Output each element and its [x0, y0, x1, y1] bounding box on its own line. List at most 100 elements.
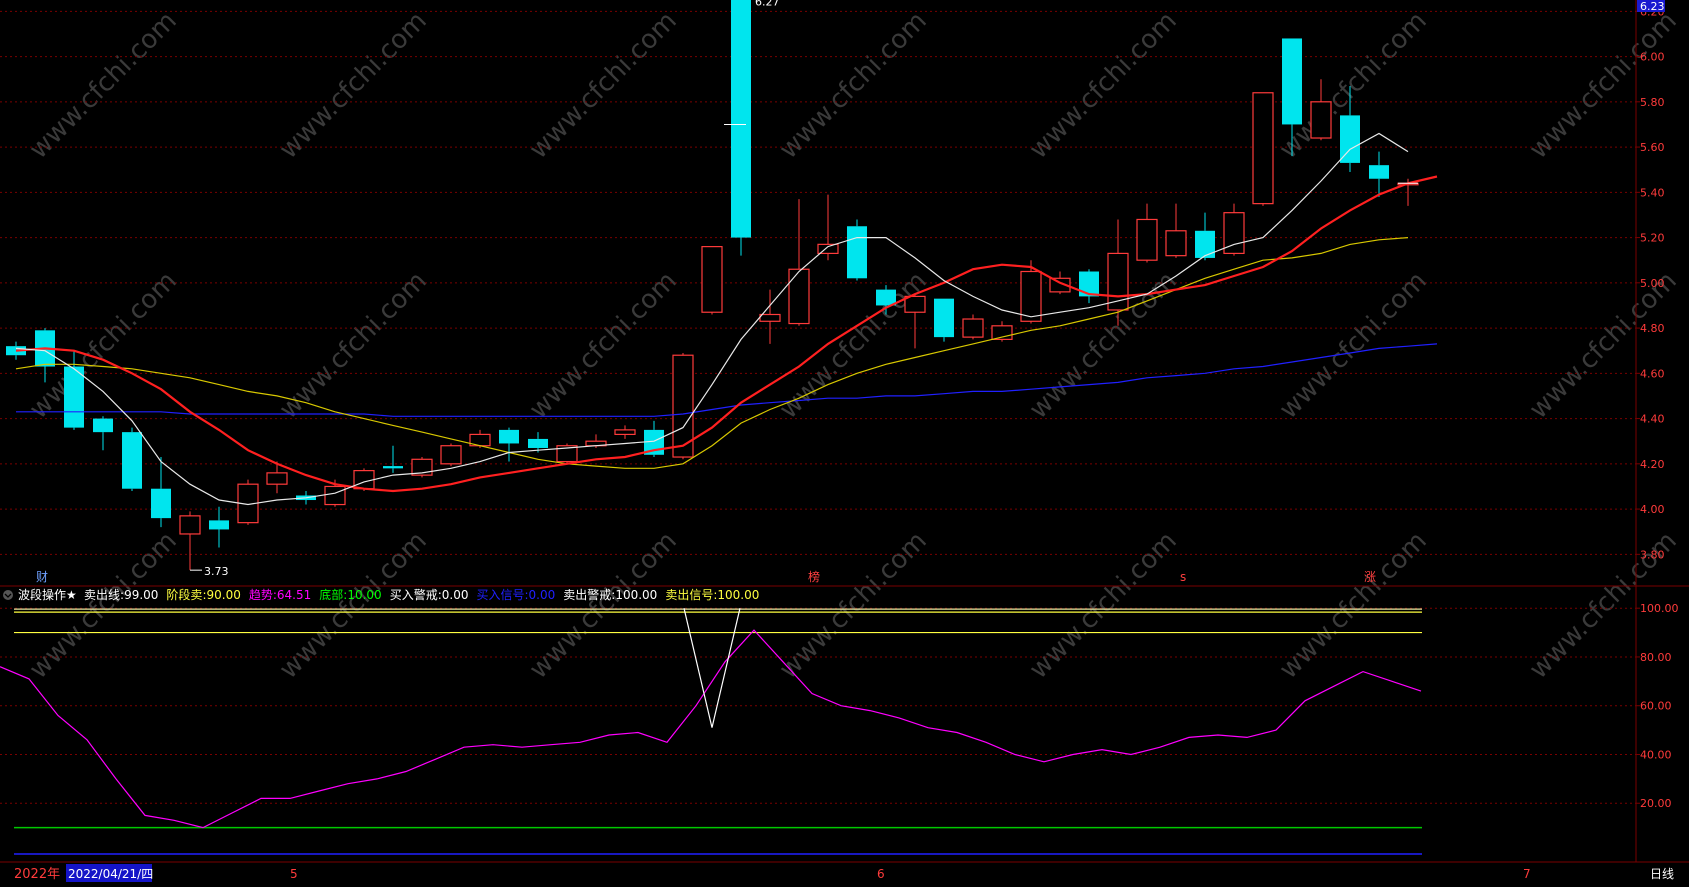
watermark-text: www.cfchi.com	[1274, 266, 1433, 425]
candle-body-up	[614, 429, 636, 436]
candle	[847, 219, 867, 281]
candle-body-up	[759, 313, 781, 322]
watermark-text: www.cfchi.com	[1024, 6, 1183, 165]
candle	[556, 443, 578, 464]
candle-body-up	[701, 246, 723, 313]
candle-body-down	[383, 466, 403, 469]
candle-body-down	[1195, 230, 1215, 258]
month-label-7: 7	[1523, 867, 1531, 881]
candle	[93, 416, 113, 451]
current-price-label: 6.23	[1640, 0, 1665, 13]
indicator-header: 波段操作★ 卖出线:99.00 阶段卖:90.00 趋势:64.51 底部:10.00…	[3, 587, 759, 602]
candle	[817, 194, 839, 261]
candle	[179, 511, 201, 571]
watermark-text: www.cfchi.com	[524, 526, 683, 685]
indicator-value-item: 买入信号:0.00	[476, 588, 555, 602]
indicator-item-value: 10.00	[347, 588, 381, 602]
candle	[1252, 92, 1274, 206]
indicator-item-label: 卖出警戒	[563, 587, 611, 602]
price-tick-label: 5.40	[1640, 186, 1665, 199]
indicator-item-value: 99.00	[124, 588, 158, 602]
indicator-item-value: 90.00	[206, 588, 240, 602]
indicator-item-value: 0.00	[442, 588, 469, 602]
candle	[701, 246, 723, 315]
watermark-text: www.cfchi.com	[1274, 526, 1433, 685]
stock-chart: www.cfchi.com www.cfchi.com www.cfchi.com w…	[0, 0, 1689, 883]
candle-body-up	[440, 445, 462, 465]
event-marker-list: 榜	[808, 569, 820, 584]
candle	[614, 425, 636, 439]
candle	[209, 506, 229, 548]
candle-body-down	[1079, 271, 1099, 297]
extreme-price-label: 3.73	[204, 565, 229, 578]
candle-body-up	[904, 295, 926, 313]
price-tick-label: 4.80	[1640, 322, 1665, 335]
month-label-5: 5	[290, 867, 298, 881]
price-tick-label: 4.00	[1640, 503, 1665, 516]
watermark-layer: www.cfchi.com www.cfchi.com www.cfchi.com w…	[24, 6, 1683, 685]
watermark-text: www.cfchi.com	[274, 526, 433, 685]
candle	[731, 0, 751, 256]
indicator-value-item: 卖出信号:100.00	[665, 588, 759, 602]
watermark-text: www.cfchi.com	[24, 6, 183, 165]
indicator-axis: 100.00 80.00 60.00 40.00 20.00	[1636, 602, 1679, 810]
price-axis: 6.206.005.805.605.405.205.004.804.604.40…	[1636, 5, 1665, 561]
candle	[440, 443, 462, 467]
candle-body-up	[1310, 101, 1332, 139]
candle-body-up	[962, 318, 984, 338]
candle-body-down	[731, 0, 751, 238]
month-label-6: 6	[877, 867, 885, 881]
indicator-item-value: 64.51	[277, 588, 311, 602]
indicator-item-value: 100.00	[615, 588, 657, 602]
candle-body-down	[876, 289, 896, 306]
candle	[1223, 203, 1245, 256]
indicator-item-label: 阶段卖	[166, 587, 202, 602]
period-label[interactable]: 日线	[1650, 867, 1674, 881]
event-marker-s: s	[1180, 570, 1186, 584]
candle-body-down	[528, 438, 548, 448]
ma60-line	[16, 343, 1438, 417]
candle	[1079, 269, 1099, 304]
price-tick-label: 4.20	[1640, 458, 1665, 471]
price-tick-label: 4.60	[1640, 367, 1665, 380]
year-label: 2022年	[14, 867, 60, 882]
date-cursor-label: 2022/04/21/四	[68, 867, 153, 881]
candle-body-up	[324, 485, 346, 506]
main-grid	[0, 10, 1636, 555]
moving-average-lines: 6.27 3.73	[15, 0, 1438, 578]
candle	[237, 479, 259, 525]
candle	[383, 445, 403, 473]
watermark-text: www.cfchi.com	[524, 266, 683, 425]
candle	[1369, 151, 1389, 197]
indicator-value-item: 买入警戒:0.00	[390, 587, 469, 602]
price-tick-label: 4.40	[1640, 413, 1665, 426]
indicator-item-label: 买入信号	[476, 588, 524, 602]
candle	[411, 457, 433, 478]
indicator-tick-label: 80.00	[1640, 651, 1672, 664]
trend-line	[0, 629, 1422, 829]
price-tick-label: 3.80	[1640, 548, 1665, 561]
indicator-value-item: 阶段卖:90.00	[166, 587, 240, 602]
candle	[1136, 203, 1158, 263]
indicator-value-item: 趋势:64.51	[249, 588, 311, 602]
watermark-text: www.cfchi.com	[774, 526, 933, 685]
indicator-tick-label: 20.00	[1640, 797, 1672, 810]
candle-body-down	[1282, 38, 1302, 125]
candle-body-down	[93, 418, 113, 433]
price-tick-label: 5.80	[1640, 96, 1665, 109]
indicator-value-item: 卖出警戒:100.00	[563, 587, 657, 602]
price-tick-label: 5.00	[1640, 277, 1665, 290]
candle-body-down	[934, 298, 954, 338]
indicator-item-label: 底部	[319, 587, 343, 602]
event-marker-limit-up: 涨	[1364, 569, 1376, 584]
candle	[499, 427, 519, 462]
candle-body-up	[1136, 218, 1158, 261]
collapse-icon[interactable]	[3, 590, 13, 600]
indicator-tick-label: 100.00	[1640, 602, 1679, 615]
candle-body-up	[266, 472, 288, 485]
date-bar: 2022年 2022/04/21/四 5 6 7 日线	[0, 863, 1689, 883]
candle-body-down	[1369, 165, 1389, 179]
indicator-title[interactable]: 波段操作★	[18, 587, 77, 602]
watermark-text: www.cfchi.com	[774, 6, 933, 165]
indicator-tick-label: 60.00	[1640, 700, 1672, 713]
